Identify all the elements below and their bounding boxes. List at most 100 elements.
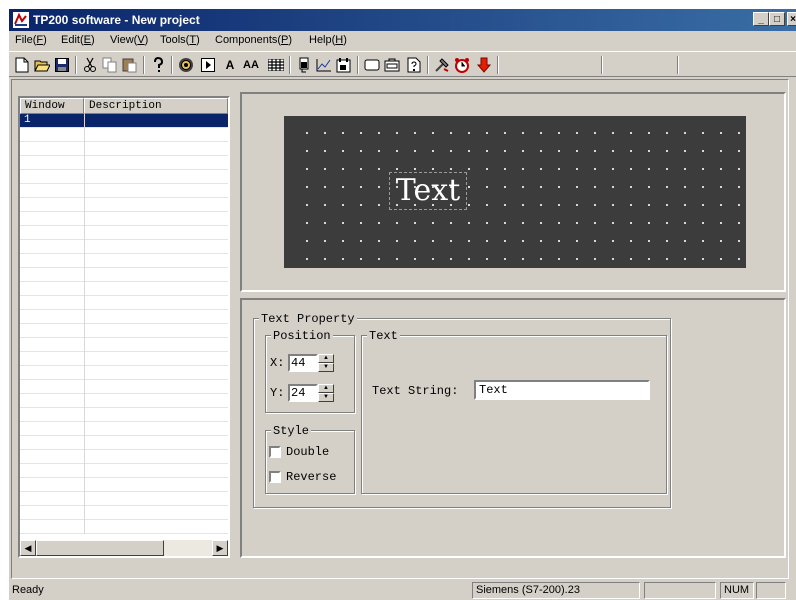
- empty-row: [20, 436, 228, 450]
- empty-row: [20, 478, 228, 492]
- copy-icon[interactable]: [101, 56, 119, 74]
- empty-row: [20, 198, 228, 212]
- status-plc-panel: Siemens (S7-200).23: [472, 582, 640, 599]
- menu-edit[interactable]: Edit(E): [61, 34, 95, 46]
- empty-row: [20, 338, 228, 352]
- large-text-component-icon[interactable]: AA: [239, 56, 263, 74]
- cut-icon[interactable]: [81, 56, 99, 74]
- style-title: Style: [271, 424, 312, 438]
- toolbar-separator: [357, 56, 359, 74]
- new-file-icon[interactable]: [13, 56, 31, 74]
- alarm-clock-icon[interactable]: [453, 56, 471, 74]
- menu-view[interactable]: View(V): [110, 34, 148, 46]
- toolbar-separator: [75, 56, 77, 74]
- reverse-checkbox[interactable]: [269, 471, 281, 483]
- window-number-cell: 1: [24, 114, 31, 126]
- close-button[interactable]: ×: [787, 12, 796, 26]
- style-group: [265, 430, 355, 494]
- toolbar-separator: [601, 56, 603, 74]
- text-group: [361, 335, 667, 494]
- text-property-title: Text Property: [259, 312, 357, 326]
- tools-compile-icon[interactable]: [433, 56, 451, 74]
- text-string-input[interactable]: Text: [474, 380, 650, 400]
- empty-row: [20, 394, 228, 408]
- play-component-icon[interactable]: [199, 56, 217, 74]
- save-icon[interactable]: [53, 56, 71, 74]
- empty-row: [20, 128, 228, 142]
- window-title: TP200 software - New project: [33, 13, 200, 27]
- toolbar-separator: [171, 56, 173, 74]
- empty-row: [20, 296, 228, 310]
- double-checkbox[interactable]: [269, 446, 281, 458]
- text-string-label: Text String:: [372, 384, 459, 398]
- position-title: Position: [271, 329, 333, 343]
- empty-row: [20, 254, 228, 268]
- empty-row: [20, 226, 228, 240]
- bar-component-icon[interactable]: [295, 56, 313, 74]
- empty-row: [20, 520, 228, 534]
- horizontal-scrollbar[interactable]: ◀ ▶: [20, 540, 228, 556]
- empty-row: [20, 268, 228, 282]
- bitmap-select-icon[interactable]: [335, 56, 353, 74]
- empty-row: [20, 492, 228, 506]
- reverse-label[interactable]: Reverse: [286, 470, 336, 484]
- empty-row: [20, 156, 228, 170]
- menu-help[interactable]: Help(H): [309, 34, 347, 46]
- toolbar-separator: [427, 56, 429, 74]
- empty-row: [20, 380, 228, 394]
- paste-icon[interactable]: [121, 56, 139, 74]
- empty-row: [20, 506, 228, 520]
- status-num-panel: NUM: [720, 582, 754, 599]
- open-folder-icon[interactable]: [33, 56, 51, 74]
- spin-up-icon[interactable]: ▲: [318, 384, 334, 393]
- trend-chart-icon[interactable]: [315, 56, 333, 74]
- double-label[interactable]: Double: [286, 445, 329, 459]
- document-question-icon[interactable]: [405, 56, 423, 74]
- spin-down-icon[interactable]: ▼: [318, 363, 334, 372]
- menu-components[interactable]: Components(P): [215, 34, 292, 46]
- menu-file[interactable]: File(F): [15, 34, 47, 46]
- table-row[interactable]: 1: [20, 114, 228, 128]
- empty-row: [20, 366, 228, 380]
- bitmap-component-icon[interactable]: [267, 56, 285, 74]
- scroll-left-icon[interactable]: ◀: [20, 540, 36, 556]
- button-component-icon[interactable]: [177, 56, 195, 74]
- spin-up-icon[interactable]: ▲: [318, 354, 334, 363]
- empty-row: [20, 240, 228, 254]
- window-component-icon[interactable]: [363, 56, 381, 74]
- message-component-icon[interactable]: [383, 56, 401, 74]
- column-header-window[interactable]: Window: [20, 98, 84, 114]
- status-empty-panel: [644, 582, 716, 599]
- y-position-input[interactable]: 24: [288, 384, 318, 402]
- empty-row: [20, 324, 228, 338]
- title-bar[interactable]: TP200 software - New project _ □ ×: [9, 9, 796, 31]
- empty-row: [20, 422, 228, 436]
- toolbar-separator: [497, 56, 499, 74]
- menu-tools[interactable]: Tools(T): [160, 34, 200, 46]
- maximize-button[interactable]: □: [769, 12, 785, 26]
- empty-row: [20, 352, 228, 366]
- x-position-input[interactable]: 44: [288, 354, 318, 372]
- text-component-icon[interactable]: A: [221, 56, 239, 74]
- scroll-right-icon[interactable]: ▶: [212, 540, 228, 556]
- text-group-title: Text: [367, 329, 400, 343]
- x-label: X:: [270, 356, 285, 370]
- empty-row: [20, 184, 228, 198]
- lcd-preview[interactable]: Text: [284, 116, 746, 268]
- x-spinner[interactable]: ▲ ▼: [318, 354, 334, 372]
- status-message: Ready: [12, 584, 44, 596]
- preview-text-element[interactable]: Text: [389, 172, 467, 210]
- y-label: Y:: [270, 386, 285, 400]
- y-spinner[interactable]: ▲ ▼: [318, 384, 334, 402]
- download-arrow-icon[interactable]: [475, 56, 493, 74]
- empty-row: [20, 142, 228, 156]
- minimize-button[interactable]: _: [753, 12, 769, 26]
- scroll-thumb[interactable]: [36, 540, 164, 556]
- empty-row: [20, 170, 228, 184]
- spin-down-icon[interactable]: ▼: [318, 393, 334, 402]
- column-header-description[interactable]: Description: [84, 98, 228, 114]
- toolbar: A AA: [9, 51, 796, 77]
- status-bar: Ready Siemens (S7-200).23 NUM: [8, 580, 796, 600]
- help-question-icon[interactable]: [149, 56, 167, 74]
- empty-row: [20, 212, 228, 226]
